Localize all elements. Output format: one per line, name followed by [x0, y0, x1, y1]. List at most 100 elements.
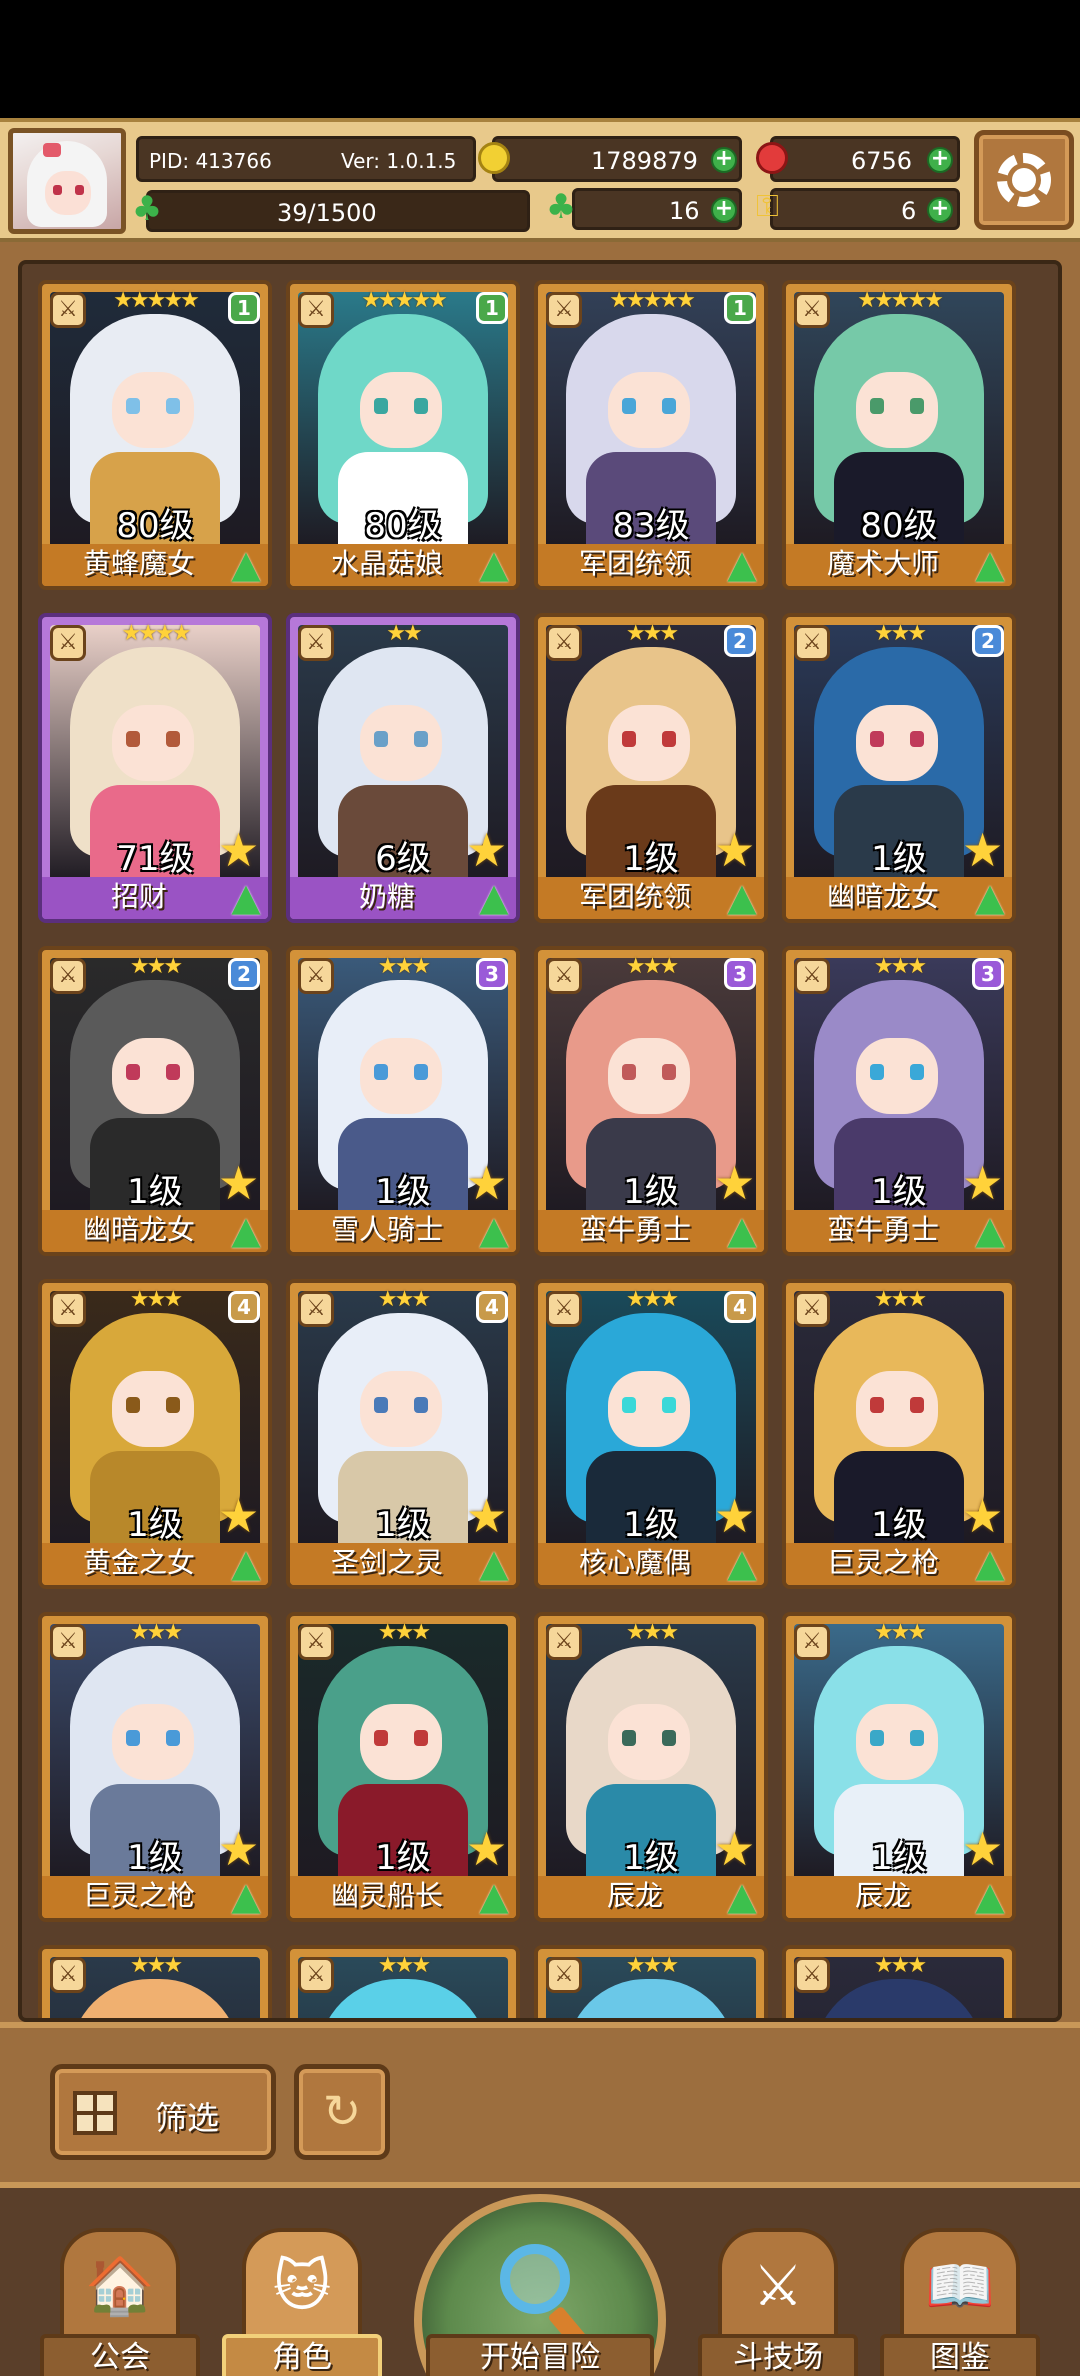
character-card[interactable]: ★★★ ⚔ 4 1级 ★ 圣剑之灵 ▲: [286, 1279, 520, 1589]
character-card[interactable]: ★★★ ⚔ 1级 ★ 巨灵之枪 ▲: [782, 1279, 1016, 1589]
character-card[interactable]: ★★★ ⚔: [782, 1945, 1016, 2018]
character-name: 黄蜂魔女: [82, 547, 195, 580]
filter-button[interactable]: 筛选: [50, 2064, 276, 2160]
upgrade-arrow-icon: ▲: [231, 1541, 261, 1585]
settings-button[interactable]: [974, 130, 1074, 230]
upgrade-arrow-icon: ▲: [479, 875, 509, 919]
character-card[interactable]: ★★ ⚔ 6级 ★ 奶糖 ▲: [286, 613, 520, 923]
upgrade-arrow-icon: ▲: [975, 875, 1005, 919]
key-bar: 6 +: [770, 188, 960, 230]
character-card[interactable]: ★★★ ⚔: [286, 1945, 520, 2018]
nav-codex[interactable]: 📖 图鉴: [880, 2228, 1040, 2376]
upgrade-arrow-icon: ▲: [727, 1208, 757, 1252]
character-card[interactable]: ★★★ ⚔ 1级 ★ 辰龙 ▲: [534, 1612, 768, 1922]
upgrade-arrow-icon: ▲: [727, 1874, 757, 1918]
awaken-badge: 1: [228, 292, 260, 324]
character-card[interactable]: ★★★ ⚔: [534, 1945, 768, 2018]
star-up-icon: ★: [466, 1489, 508, 1543]
nav-codex-label: 图鉴: [930, 2340, 990, 2375]
ruby-gem-icon: [756, 142, 788, 174]
star-up-icon: ★: [466, 1156, 508, 1210]
stamina-value: 39/1500: [277, 199, 377, 227]
filter-grid-icon: [73, 2091, 117, 2135]
upgrade-arrow-icon: ▲: [479, 1208, 509, 1252]
upgrade-arrow-icon: ▲: [231, 875, 261, 919]
class-icon: ⚔: [50, 292, 86, 328]
crossed-swords-icon: ⚔: [752, 2254, 804, 2319]
awaken-badge: 3: [476, 958, 508, 990]
awaken-badge: 4: [476, 1291, 508, 1323]
character-card[interactable]: ★★★ ⚔ 4 1级 ★ 黄金之女 ▲: [38, 1279, 272, 1589]
character-card[interactable]: ★★★ ⚔ 4 1级 ★ 核心魔偶 ▲: [534, 1279, 768, 1589]
nav-guild[interactable]: 🏠 公会: [40, 2228, 200, 2376]
character-card[interactable]: ★★★ ⚔ 1级 ★ 巨灵之枪 ▲: [38, 1612, 272, 1922]
nav-adventure-label: 开始冒险: [480, 2340, 600, 2375]
nav-characters[interactable]: 🐱 角色: [222, 2228, 382, 2376]
star-up-icon: ★: [714, 823, 756, 877]
class-icon: ⚔: [546, 1291, 582, 1327]
star-up-icon: ★: [218, 1489, 260, 1543]
character-card[interactable]: ★★★★★ ⚔ 80级 魔术大师 ▲: [782, 280, 1016, 590]
nav-start-adventure[interactable]: 开始冒险: [414, 2194, 666, 2376]
awaken-badge: 3: [972, 958, 1004, 990]
class-icon: ⚔: [298, 625, 334, 661]
character-card[interactable]: ★★★ ⚔ 2 1级 ★ 幽暗龙女 ▲: [38, 946, 272, 1256]
character-name: 巨灵之枪: [82, 1879, 195, 1912]
star-up-icon: ★: [962, 823, 1004, 877]
class-icon: ⚔: [546, 1624, 582, 1660]
character-card[interactable]: ★★★ ⚔: [38, 1945, 272, 2018]
character-name: 奶糖: [358, 880, 415, 913]
player-avatar[interactable]: [8, 128, 126, 234]
character-card[interactable]: ★★★★ ⚔ 71级 ★ 招财 ▲: [38, 613, 272, 923]
character-panel: ★★★★★ ⚔ 1 80级 黄蜂魔女 ▲ ★★★★★ ⚔ 1 80级 水晶菇娘 ▲ ★★★★★ ⚔ 1 83级…: [0, 242, 1080, 2022]
class-icon: ⚔: [794, 958, 830, 994]
refresh-icon: ↻: [322, 2084, 362, 2138]
character-card[interactable]: ★★★ ⚔ 1级 ★ 辰龙 ▲: [782, 1612, 1016, 1922]
add-gold-button[interactable]: +: [711, 147, 737, 173]
character-name: 巨灵之枪: [826, 1546, 939, 1579]
character-card[interactable]: ★★★★★ ⚔ 1 80级 黄蜂魔女 ▲: [38, 280, 272, 590]
awaken-badge: 2: [724, 625, 756, 657]
character-card[interactable]: ★★★★★ ⚔ 1 83级 军团统领 ▲: [534, 280, 768, 590]
gem-bar: 6756 +: [770, 136, 960, 182]
guild-house-icon: 🏠: [85, 2254, 155, 2319]
id-version-bar: PID: 413766 Ver: 1.0.1.5: [136, 136, 476, 182]
add-gem-button[interactable]: +: [927, 147, 953, 173]
upgrade-arrow-icon: ▲: [231, 1208, 261, 1252]
add-key-button[interactable]: +: [927, 197, 953, 223]
class-icon: ⚔: [298, 1291, 334, 1327]
character-card[interactable]: ★★★ ⚔ 3 1级 ★ 蛮牛勇士 ▲: [534, 946, 768, 1256]
character-level: 80级: [364, 506, 442, 546]
gold-coin-icon: [478, 142, 510, 174]
character-face-icon: 🐱: [272, 2254, 332, 2319]
status-bar: [0, 0, 1080, 118]
character-name: 幽暗龙女: [826, 880, 939, 913]
character-card[interactable]: ★★★★★ ⚔ 1 80级 水晶菇娘 ▲: [286, 280, 520, 590]
filter-label: 筛选: [155, 2099, 220, 2137]
refresh-button[interactable]: ↻: [294, 2064, 390, 2160]
nav-arena[interactable]: ⚔ 斗技场: [698, 2228, 858, 2376]
character-name: 魔术大师: [826, 547, 939, 580]
character-name: 圣剑之灵: [330, 1546, 443, 1579]
stamina-clover-icon: ♣: [131, 189, 163, 229]
character-name: 水晶菇娘: [330, 547, 443, 580]
character-name: 招财: [110, 880, 167, 913]
class-icon: ⚔: [546, 1957, 582, 1993]
upgrade-arrow-icon: ▲: [479, 1541, 509, 1585]
character-card[interactable]: ★★★ ⚔ 2 1级 ★ 幽暗龙女 ▲: [782, 613, 1016, 923]
upgrade-arrow-icon: ▲: [975, 1541, 1005, 1585]
character-name: 蛮牛勇士: [826, 1213, 939, 1246]
character-card[interactable]: ★★★ ⚔ 1级 ★ 幽灵船长 ▲: [286, 1612, 520, 1922]
awaken-badge: 1: [724, 292, 756, 324]
character-card[interactable]: ★★★ ⚔ 3 1级 ★ 蛮牛勇士 ▲: [782, 946, 1016, 1256]
add-clover-button[interactable]: +: [711, 197, 737, 223]
class-icon: ⚔: [794, 292, 830, 328]
star-up-icon: ★: [962, 1156, 1004, 1210]
character-name: 幽灵船长: [330, 1879, 443, 1912]
character-name: 黄金之女: [82, 1546, 195, 1579]
class-icon: ⚔: [50, 625, 86, 661]
star-up-icon: ★: [218, 823, 260, 877]
grid-toolbar: 筛选 ↻: [0, 2022, 1080, 2182]
character-card[interactable]: ★★★ ⚔ 2 1级 ★ 军团统领 ▲: [534, 613, 768, 923]
character-card[interactable]: ★★★ ⚔ 3 1级 ★ 雪人骑士 ▲: [286, 946, 520, 1256]
